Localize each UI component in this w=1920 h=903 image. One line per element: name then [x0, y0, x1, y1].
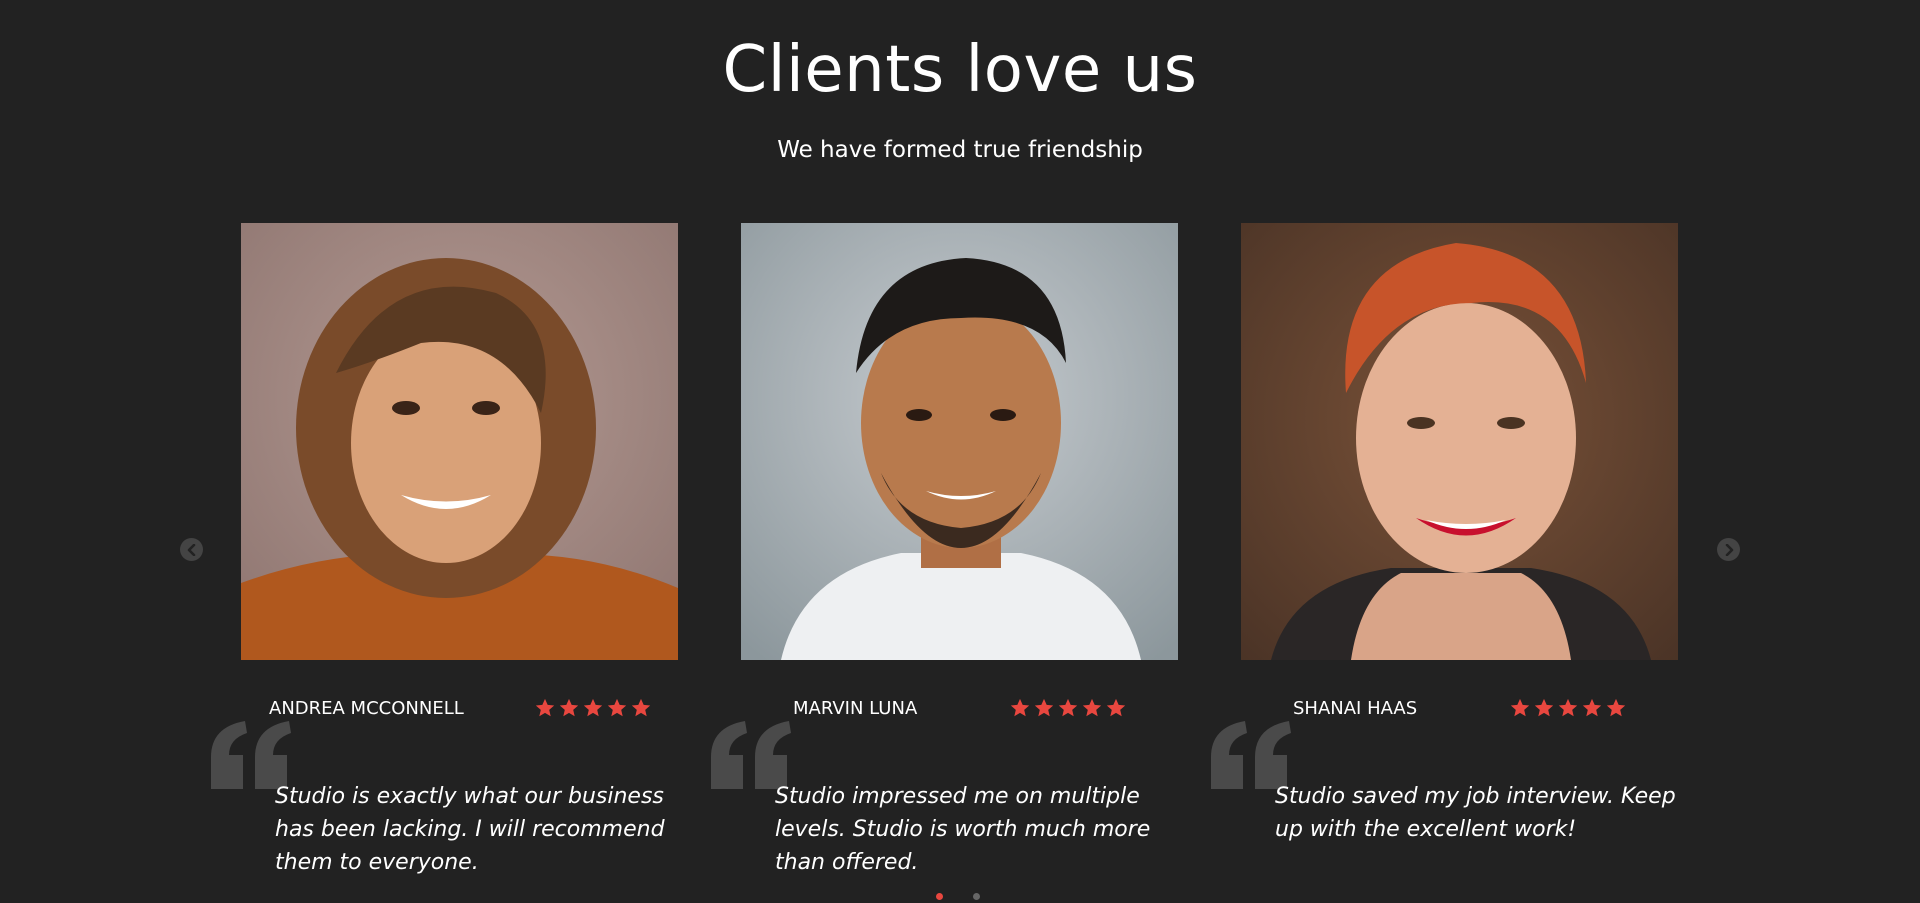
testimonials-section: Clients love us We have formed true frie… — [0, 0, 1920, 903]
carousel-prev-button[interactable] — [180, 538, 203, 561]
star-icon — [1058, 698, 1078, 717]
card-meta: ANDREA MCCONNELL — [241, 695, 678, 723]
chevron-left-icon — [187, 543, 195, 556]
star-icon — [1534, 698, 1554, 717]
star-icon — [1082, 698, 1102, 717]
star-icon — [1606, 698, 1626, 717]
chevron-right-icon — [1725, 543, 1733, 556]
rating-stars — [1009, 697, 1127, 719]
testimonial-quote: Studio impressed me on multiple levels. … — [775, 784, 1151, 875]
pagination-dot-1[interactable] — [936, 893, 943, 900]
client-name: MARVIN LUNA — [793, 698, 918, 719]
star-icon — [631, 698, 651, 717]
pagination-dot-2[interactable] — [973, 893, 980, 900]
star-icon — [559, 698, 579, 717]
testimonial-quote: Studio is exactly what our business has … — [275, 784, 665, 875]
testimonial-card: MARVIN LUNA Studio impressed me on multi… — [711, 223, 1178, 875]
section-subtitle: We have formed true friendship — [777, 137, 1143, 163]
client-photo — [241, 223, 678, 660]
client-photo — [741, 223, 1178, 660]
rating-stars — [1509, 697, 1627, 719]
quote-icon — [711, 721, 791, 789]
carousel-next-button[interactable] — [1717, 538, 1740, 561]
carousel-pagination — [936, 893, 980, 900]
client-photo — [1241, 223, 1678, 660]
star-icon — [607, 698, 627, 717]
star-icon — [1582, 698, 1602, 717]
rating-stars — [534, 697, 652, 719]
star-icon — [583, 698, 603, 717]
star-icon — [1010, 698, 1030, 717]
card-meta: MARVIN LUNA — [741, 695, 1178, 723]
client-name: ANDREA MCCONNELL — [269, 698, 464, 719]
quote-icon — [1211, 721, 1291, 789]
star-icon — [1510, 698, 1530, 717]
star-icon — [535, 698, 555, 717]
star-icon — [1034, 698, 1054, 717]
testimonial-quote: Studio saved my job interview. Keep up w… — [1275, 784, 1676, 842]
card-meta: SHANAI HAAS — [1241, 695, 1678, 723]
star-icon — [1558, 698, 1578, 717]
testimonial-card: ANDREA MCCONNELL Studio is exactly what … — [211, 223, 678, 875]
quote-icon — [211, 721, 291, 789]
section-title: Clients love us — [722, 33, 1198, 107]
star-icon — [1106, 698, 1126, 717]
testimonial-card: SHANAI HAAS Studio saved my job intervie… — [1211, 223, 1678, 842]
client-name: SHANAI HAAS — [1293, 698, 1418, 719]
